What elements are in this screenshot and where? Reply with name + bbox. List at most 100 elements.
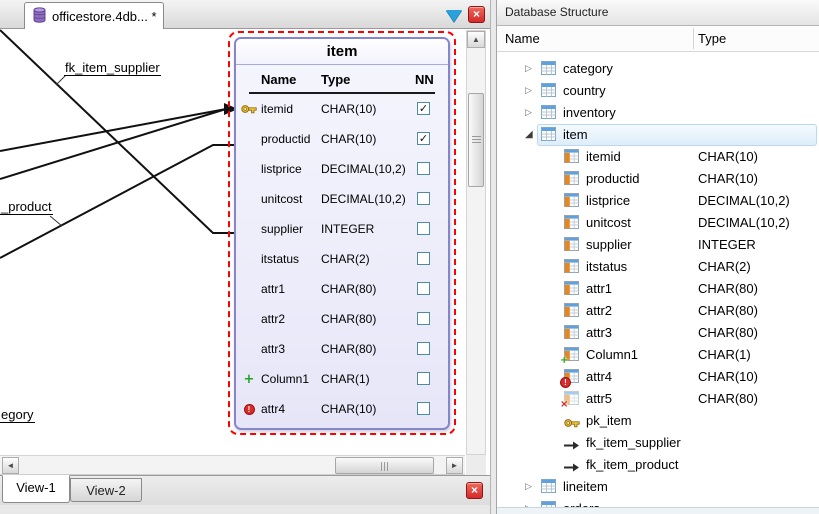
column-icon (564, 149, 580, 165)
canvas-vertical-scrollbar[interactable]: ▲ (466, 30, 486, 455)
tree-item-label: unitcost (586, 212, 631, 233)
panel-splitter[interactable] (490, 0, 497, 514)
nn-checkbox[interactable] (417, 162, 430, 175)
tab-view-2[interactable]: View-2 (70, 478, 142, 502)
nn-checkbox[interactable] (417, 192, 430, 205)
thumb-grip (381, 462, 390, 471)
collapse-icon[interactable]: ◢ (525, 124, 533, 145)
diagram-canvas[interactable]: fk_item_supplier _product egory item Nam… (0, 29, 490, 455)
horizontal-scroll-thumb[interactable] (335, 457, 434, 474)
nn-checkbox[interactable] (417, 282, 430, 295)
scroll-up-button[interactable]: ▲ (467, 31, 485, 48)
nn-checkbox[interactable] (417, 222, 430, 235)
tree-row-fk_item_supplier[interactable]: fk_item_supplier (497, 432, 819, 454)
nn-checkbox[interactable] (417, 402, 430, 415)
entity-row-unitcost[interactable]: unitcostDECIMAL(10,2) (236, 184, 448, 214)
vertical-scroll-thumb[interactable] (468, 93, 484, 187)
relationship-label-category[interactable]: egory (0, 407, 35, 423)
tree-item-label: supplier (586, 234, 632, 255)
tree-row-Column1[interactable]: +Column1CHAR(1) (497, 344, 819, 366)
tree-item-type: CHAR(80) (698, 388, 758, 409)
tab-view-1[interactable]: View-1 (2, 475, 70, 503)
expand-icon[interactable]: ▷ (525, 58, 532, 79)
table-icon (541, 105, 557, 121)
entity-row-attr4[interactable]: !attr4CHAR(10) (236, 394, 448, 424)
tree-item-label: fk_item_product (586, 454, 679, 475)
foreign-key-icon (564, 460, 580, 476)
scroll-right-button[interactable]: ► (446, 457, 463, 474)
nn-checkbox[interactable] (417, 372, 430, 385)
column-icon (564, 303, 580, 319)
database-file-icon (33, 7, 46, 26)
tree-row-listprice[interactable]: listpriceDECIMAL(10,2) (497, 190, 819, 212)
expand-icon[interactable]: ▷ (525, 498, 532, 507)
column-header-name[interactable]: Name (505, 26, 540, 51)
relationship-label-fk-item-supplier[interactable]: fk_item_supplier (64, 60, 161, 76)
entity-row-attr3[interactable]: attr3CHAR(80) (236, 334, 448, 364)
tree-item-type: DECIMAL(10,2) (698, 190, 790, 211)
scroll-left-button[interactable]: ◄ (2, 457, 19, 474)
tree-row-pk_item[interactable]: pk_item (497, 410, 819, 432)
nn-checkbox[interactable]: ✓ (417, 132, 430, 145)
relationship-label-fk-item-product[interactable]: _product (0, 199, 53, 215)
entity-row-itemid[interactable]: itemidCHAR(10)✓ (236, 94, 448, 124)
column-header-type[interactable]: Type (698, 26, 726, 51)
entity-row-listprice[interactable]: listpriceDECIMAL(10,2) (236, 154, 448, 184)
document-tab[interactable]: officestore.4db... * (24, 2, 164, 30)
expand-icon[interactable]: ▷ (525, 102, 532, 123)
tree-bottom-scroll-strip (497, 507, 819, 514)
entity-row-supplier[interactable]: supplierINTEGER (236, 214, 448, 244)
entity-column-type: CHAR(2) (321, 244, 370, 274)
entity-column-name: itemid (261, 94, 293, 124)
tree-row-country[interactable]: ▷country (497, 80, 819, 102)
tree-row-attr1[interactable]: attr1CHAR(80) (497, 278, 819, 300)
column-icon (564, 325, 580, 341)
entity-column-name: listprice (261, 154, 302, 184)
column-icon (564, 171, 580, 187)
column-header-divider[interactable] (693, 28, 694, 49)
entity-column-name: unitcost (261, 184, 302, 214)
tree-row-lineitem[interactable]: ▷lineitem (497, 476, 819, 498)
entity-row-productid[interactable]: productidCHAR(10)✓ (236, 124, 448, 154)
tree-row-attr4[interactable]: !attr4CHAR(10) (497, 366, 819, 388)
nn-checkbox[interactable] (417, 342, 430, 355)
entity-row-Column1[interactable]: +Column1CHAR(1) (236, 364, 448, 394)
tree-row-unitcost[interactable]: unitcostDECIMAL(10,2) (497, 212, 819, 234)
tree-row-itemid[interactable]: itemidCHAR(10) (497, 146, 819, 168)
panel-title: Database Structure (497, 0, 819, 26)
entity-column-headers: Name Type NN (236, 65, 448, 94)
entity-table-item[interactable]: item Name Type NN itemidCHAR(10)✓product… (234, 37, 450, 430)
tree-row-attr2[interactable]: attr2CHAR(80) (497, 300, 819, 322)
expand-icon[interactable]: ▷ (525, 80, 532, 101)
tree-item-label: attr1 (586, 278, 612, 299)
table-icon (541, 83, 557, 99)
tree-row-attr5[interactable]: ×attr5CHAR(80) (497, 388, 819, 410)
tree-row-orders[interactable]: ▷orders (497, 498, 819, 507)
canvas-horizontal-scrollbar[interactable]: ◄ ► (0, 455, 465, 475)
nn-checkbox[interactable] (417, 252, 430, 265)
tree-row-inventory[interactable]: ▷inventory (497, 102, 819, 124)
entity-row-attr2[interactable]: attr2CHAR(80) (236, 304, 448, 334)
tree-row-itstatus[interactable]: itstatusCHAR(2) (497, 256, 819, 278)
close-document-button[interactable]: × (468, 6, 485, 23)
tab-list-dropdown-icon[interactable] (446, 10, 462, 22)
tree-row-productid[interactable]: productidCHAR(10) (497, 168, 819, 190)
close-view-button[interactable]: × (466, 482, 483, 499)
no-icon (239, 184, 259, 214)
tree-row-category[interactable]: ▷category (497, 58, 819, 80)
entity-column-name: itstatus (261, 244, 299, 274)
entity-column-type: CHAR(80) (321, 274, 376, 304)
entity-title[interactable]: item (236, 39, 448, 65)
entity-row-attr1[interactable]: attr1CHAR(80) (236, 274, 448, 304)
nn-checkbox[interactable] (417, 312, 430, 325)
tree-row-item[interactable]: ◢item (497, 124, 819, 146)
tree-row-attr3[interactable]: attr3CHAR(80) (497, 322, 819, 344)
entity-header-type: Type (321, 65, 350, 94)
table-icon (541, 61, 557, 77)
tree-item-label: attr3 (586, 322, 612, 343)
expand-icon[interactable]: ▷ (525, 476, 532, 497)
entity-row-itstatus[interactable]: itstatus CHAR(2) (236, 244, 448, 274)
tree-row-fk_item_product[interactable]: fk_item_product (497, 454, 819, 476)
tree-row-supplier[interactable]: supplierINTEGER (497, 234, 819, 256)
nn-checkbox[interactable]: ✓ (417, 102, 430, 115)
